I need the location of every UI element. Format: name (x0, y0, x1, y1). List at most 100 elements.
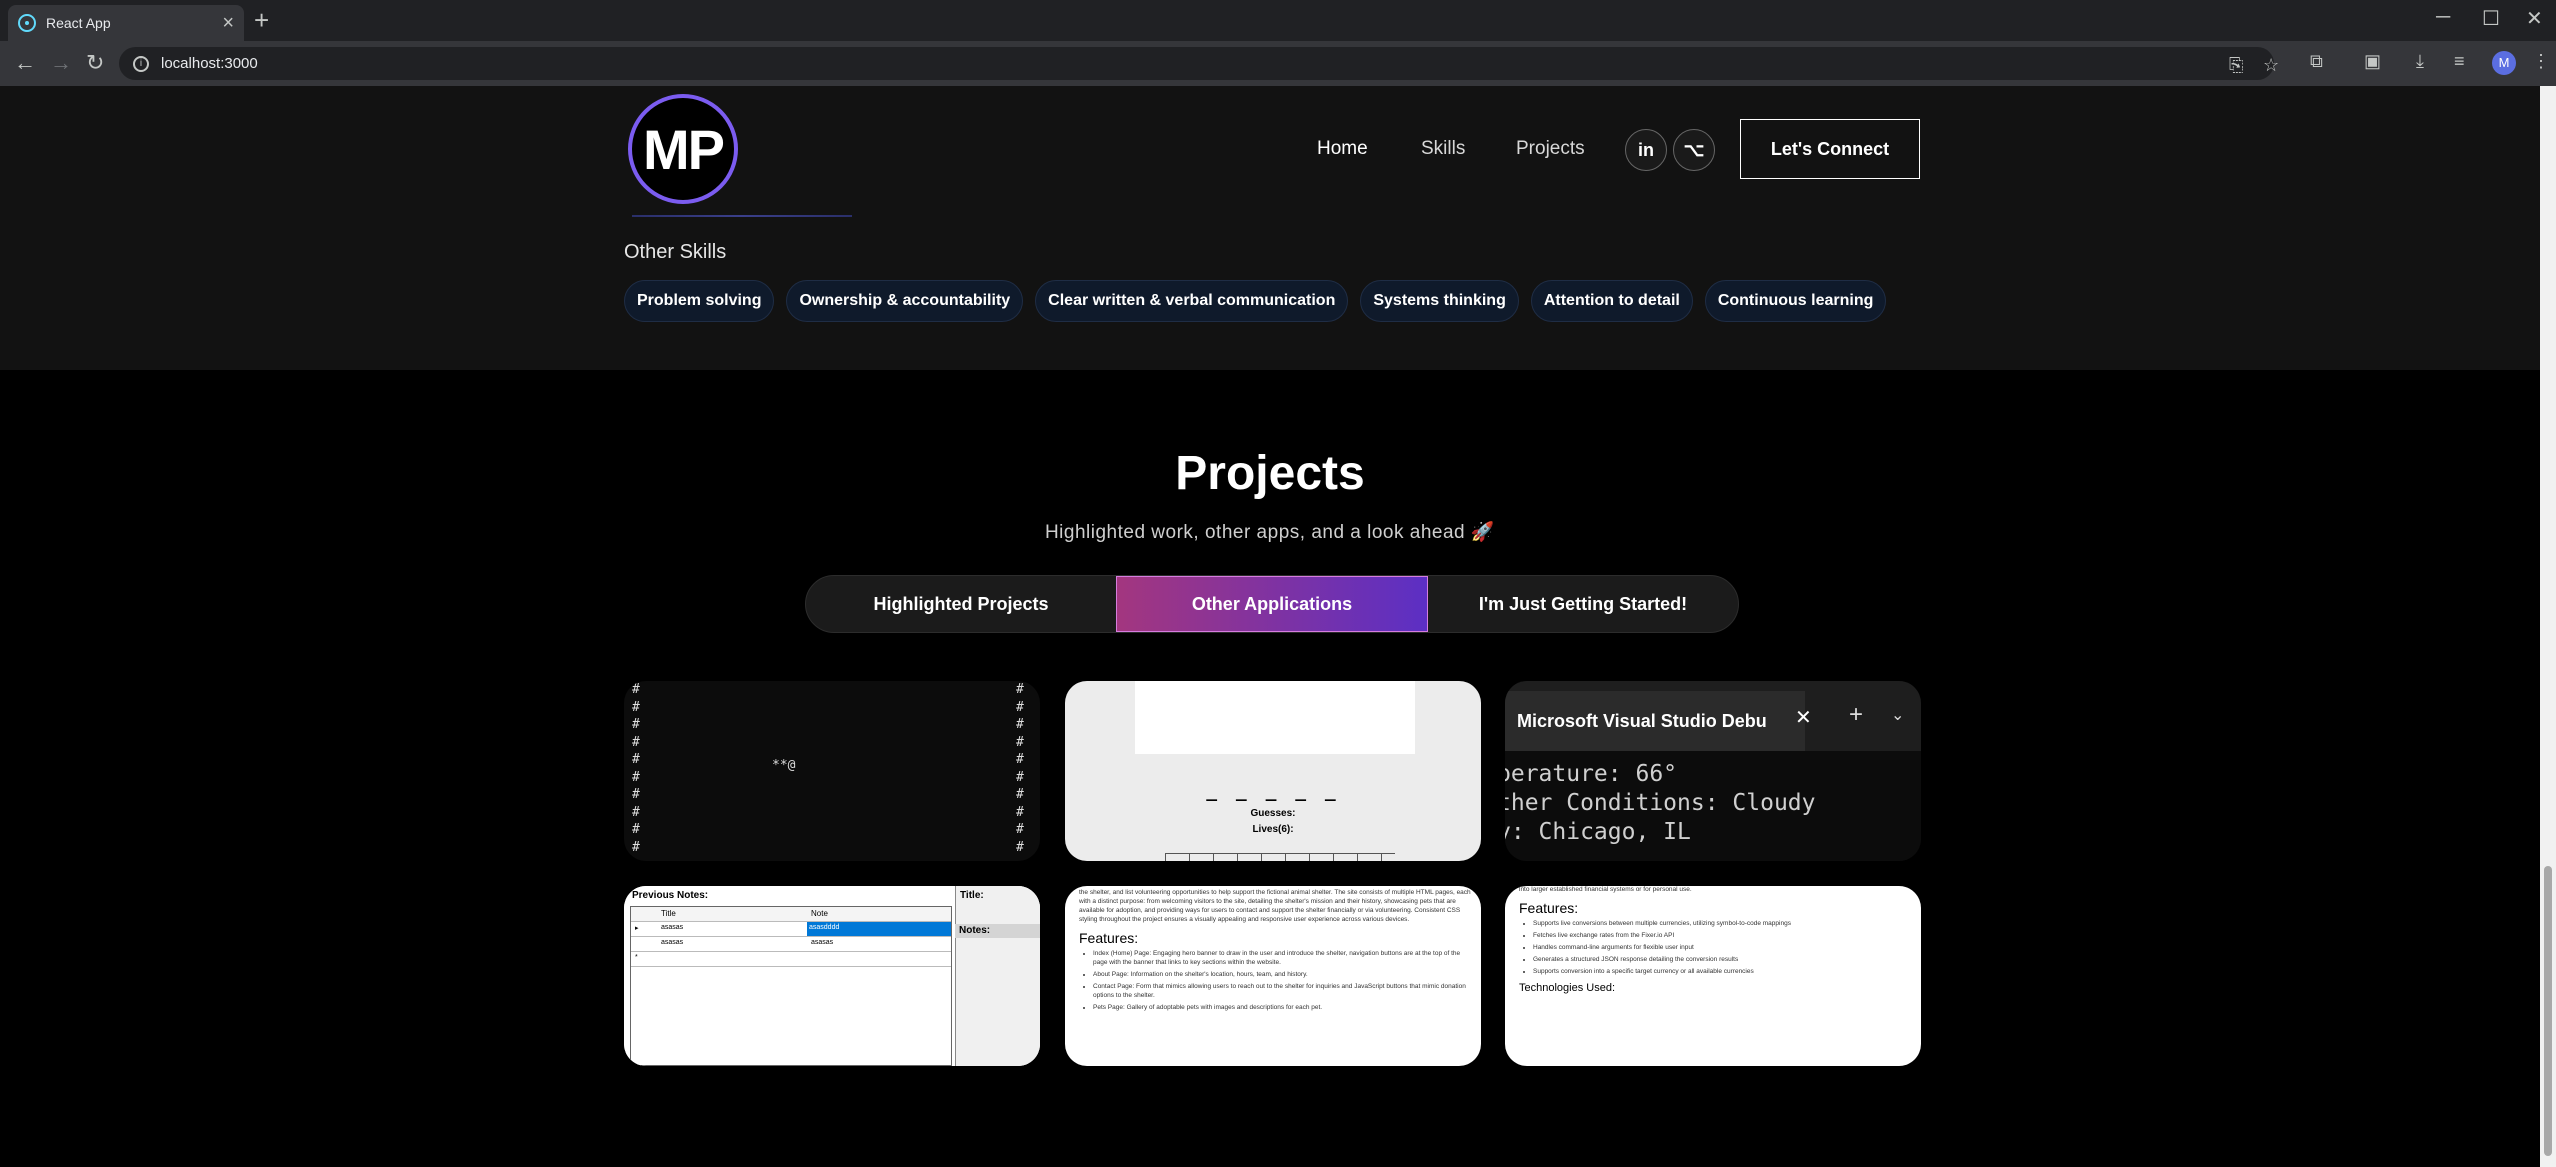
media-icon[interactable]: ≡ (2454, 51, 2465, 72)
linkedin-icon[interactable]: in (1625, 129, 1667, 171)
readme-intro: produces user-friendly data representati… (1519, 886, 1692, 893)
minimize-icon[interactable]: ─ (2436, 6, 2450, 29)
project-card-currency-converter[interactable]: produces user-friendly data representati… (1505, 886, 1921, 1066)
list-item: Fetches live exchange rates from the Fix… (1533, 931, 1911, 940)
list-item: Supports live conversions between multip… (1533, 919, 1911, 928)
tab-highlighted-projects[interactable]: Highlighted Projects (806, 576, 1116, 632)
game-border-right: # # # # # # # # # # (1016, 682, 1024, 855)
tab-getting-started[interactable]: I'm Just Getting Started! (1428, 576, 1738, 632)
technologies-heading: Technologies Used: (1519, 982, 1616, 994)
install-app-icon[interactable]: ⎘ (2229, 55, 2243, 76)
project-card-notes[interactable]: Previous Notes: Title Note ▸ asasas asas… (624, 886, 1040, 1066)
profile-avatar[interactable]: M (2492, 51, 2516, 75)
browser-tabbar: React App × + ─ ☐ ✕ (0, 0, 2556, 41)
note-column-header: Note (811, 909, 828, 918)
logo[interactable]: MP (628, 94, 738, 204)
table-cell: asasas (661, 939, 684, 946)
keyboard-ticks (1165, 853, 1395, 861)
maximize-icon[interactable]: ☐ (2482, 6, 2500, 31)
skill-chip: Clear written & verbal communication (1035, 280, 1349, 322)
list-item: Handles command-line arguments for flexi… (1533, 943, 1911, 952)
skills-section (0, 86, 2540, 370)
logo-underline (632, 215, 852, 217)
readme-document: the shelter, and list volunteering oppor… (1079, 886, 1471, 1015)
table-header: Title Note (631, 907, 951, 922)
address-bar[interactable]: i localhost:3000 ⎘ ☆ (119, 47, 2279, 80)
skill-chip: Systems thinking (1360, 280, 1519, 322)
hangman-drawing-area (1135, 681, 1415, 754)
list-item: About Page: Information on the shelter's… (1093, 970, 1471, 979)
table-cell: asasas (811, 939, 834, 946)
project-card-animal-shelter[interactable]: the shelter, and list volunteering oppor… (1065, 886, 1481, 1066)
game-border-left: # # # # # # # # # # (632, 682, 640, 855)
project-card-console-game[interactable]: # # # # # # # # # # # # # # # # # # # # … (624, 681, 1040, 861)
nav-link-skills[interactable]: Skills (1421, 138, 1465, 160)
note-editor-panel: Title: (955, 886, 1040, 1066)
page-scrollbar[interactable] (2540, 86, 2556, 1167)
tab-close-icon[interactable]: × (222, 13, 234, 33)
readme-document: produces user-friendly data representati… (1519, 886, 1911, 999)
notes-app: Previous Notes: Title Note ▸ asasas asas… (624, 886, 1040, 1066)
back-icon[interactable]: ← (14, 49, 36, 77)
features-heading: Features: (1519, 900, 1579, 916)
snake-text: **@ (772, 758, 796, 773)
nav-link-home[interactable]: Home (1317, 138, 1368, 160)
bookmark-star-icon[interactable]: ☆ (2263, 55, 2279, 76)
scrollbar-thumb[interactable] (2544, 866, 2552, 1156)
table-row: asasas asasas (631, 937, 951, 952)
new-row-icon: * (635, 954, 638, 961)
nav-link-projects[interactable]: Projects (1516, 138, 1585, 160)
terminal-plus-icon: + (1849, 701, 1864, 728)
menu-icon[interactable]: ⋮ (2532, 51, 2550, 72)
notes-table: Title Note ▸ asasas asasdddd asasas asas… (630, 906, 952, 1066)
window-close-icon[interactable]: ✕ (2526, 6, 2543, 31)
title-column-header: Title (661, 909, 676, 918)
skill-chip: Ownership & accountability (786, 280, 1024, 322)
site-info-icon[interactable]: i (133, 55, 149, 72)
terminal-close-icon: ✕ (1795, 707, 1812, 729)
downloads-icon[interactable]: ⤓ (2416, 51, 2424, 72)
page-viewport: MP Home Skills Projects in ⌥ Let's Conne… (0, 86, 2540, 1167)
tab-title: React App (46, 15, 111, 31)
skill-chip: Problem solving (624, 280, 775, 322)
table-cell: asasas (661, 924, 684, 931)
new-tab-icon[interactable]: + (254, 7, 269, 33)
terminal-tab-title: Microsoft Visual Studio Debug (1517, 710, 1767, 731)
skill-chip: Continuous learning (1704, 280, 1887, 322)
reload-icon[interactable]: ↻ (86, 49, 104, 77)
react-favicon-icon (18, 14, 36, 32)
terminal-tab: Microsoft Visual Studio Debug (1505, 691, 1805, 751)
terminal-body: perature: 66° ther Conditions: Cloudy y:… (1505, 751, 1921, 861)
title-label: Title: (960, 890, 984, 901)
guesses-label: Guesses: (1250, 808, 1296, 819)
browser-toolbar: ← → ↻ i localhost:3000 ⎘ ☆ ⧉ ▣ ⤓ ≡ M ⋮ (0, 41, 2556, 86)
features-heading: Features: (1079, 930, 1139, 946)
list-item: Supports conversion into a specific targ… (1533, 967, 1911, 976)
browser-tab[interactable]: React App × (8, 5, 244, 41)
features-list: Supports live conversions between multip… (1519, 919, 1911, 976)
list-item: Contact Page: Form that mimics allowing … (1093, 982, 1471, 1000)
terminal-tabbar: Microsoft Visual Studio Debug ✕ + ⌄ (1505, 681, 1921, 751)
extensions-icon[interactable]: ⧉ (2310, 51, 2323, 72)
table-row: ▸ asasas asasdddd (631, 922, 951, 937)
tab-search-icon[interactable]: ▣ (2364, 51, 2381, 72)
github-icon[interactable]: ⌥ (1673, 129, 1715, 171)
hangman-word: _ _ _ _ _ (1206, 781, 1340, 802)
projects-subtitle: Highlighted work, other apps, and a look… (1044, 522, 1496, 543)
terminal-line: y: Chicago, IL (1505, 819, 1691, 845)
lets-connect-button[interactable]: Let's Connect (1740, 119, 1920, 179)
forward-icon[interactable]: → (50, 49, 72, 77)
terminal-line: ther Conditions: Cloudy (1505, 790, 1816, 816)
list-item: Generates a structured JSON response det… (1533, 955, 1911, 964)
row-pointer-icon: ▸ (635, 925, 639, 932)
skill-chip: Attention to detail (1530, 280, 1693, 322)
project-card-hangman[interactable]: _ _ _ _ _ Guesses: Lives(6): (1065, 681, 1481, 861)
project-card-weather[interactable]: Microsoft Visual Studio Debug ✕ + ⌄ pera… (1505, 681, 1921, 861)
lives-label: Lives(6): (1252, 824, 1294, 835)
table-row: * (631, 952, 951, 967)
list-item: Pets Page: Gallery of adoptable pets wit… (1093, 1003, 1471, 1012)
tab-other-applications[interactable]: Other Applications (1116, 576, 1428, 632)
features-list: Index (Home) Page: Engaging hero banner … (1079, 949, 1471, 1012)
terminal-chevron-down-icon: ⌄ (1891, 707, 1905, 724)
terminal-line: perature: 66° (1505, 761, 1678, 787)
